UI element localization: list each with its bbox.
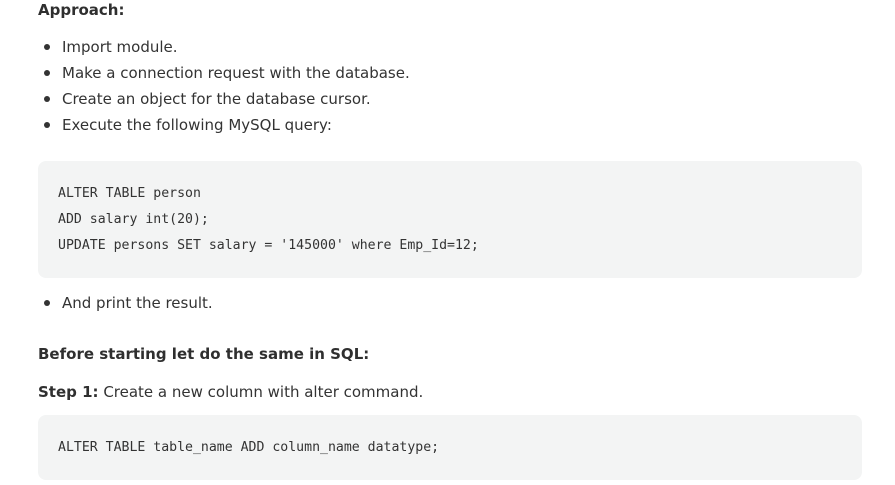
step-1-description: Step 1: Create a new column with alter c… bbox=[38, 382, 423, 402]
list-item-text: Import module. bbox=[62, 38, 178, 56]
alter-code-block[interactable]: ALTER TABLE table_name ADD column_name d… bbox=[38, 415, 862, 480]
list-item: And print the result. bbox=[38, 290, 213, 316]
list-item: Execute the following MySQL query: bbox=[38, 112, 410, 138]
bullet-icon bbox=[44, 300, 50, 306]
list-item-text: And print the result. bbox=[62, 294, 213, 312]
step-text: Create a new column with alter command. bbox=[98, 383, 424, 401]
step-label: Step 1: bbox=[38, 383, 99, 401]
final-step-list: And print the result. bbox=[38, 290, 213, 316]
approach-heading: Approach: bbox=[38, 1, 125, 19]
list-item: Make a connection request with the datab… bbox=[38, 60, 410, 86]
list-item: Create an object for the database cursor… bbox=[38, 86, 410, 112]
bullet-icon bbox=[44, 44, 50, 50]
list-item-text: Make a connection request with the datab… bbox=[62, 64, 410, 82]
code-line: ALTER TABLE table_name ADD column_name d… bbox=[58, 440, 440, 455]
code-line: ADD salary int(20); bbox=[58, 212, 209, 227]
sql-section-heading: Before starting let do the same in SQL: bbox=[38, 345, 370, 363]
list-item: Import module. bbox=[38, 34, 410, 60]
bullet-icon bbox=[44, 96, 50, 102]
article-content: Approach: Import module. Make a connecti… bbox=[0, 0, 895, 485]
bullet-icon bbox=[44, 122, 50, 128]
list-item-text: Execute the following MySQL query: bbox=[62, 116, 332, 134]
code-line: ALTER TABLE person bbox=[58, 186, 201, 201]
code-line: UPDATE persons SET salary = '145000' whe… bbox=[58, 238, 479, 253]
list-item-text: Create an object for the database cursor… bbox=[62, 90, 371, 108]
approach-steps-list: Import module. Make a connection request… bbox=[38, 34, 410, 138]
query-code-block[interactable]: ALTER TABLE person ADD salary int(20); U… bbox=[38, 161, 862, 278]
bullet-icon bbox=[44, 70, 50, 76]
